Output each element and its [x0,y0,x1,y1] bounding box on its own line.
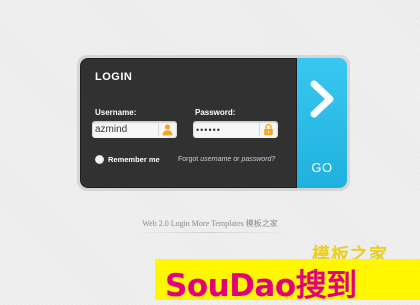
forgot-password-link[interactable]: password? [241,156,275,163]
forgot-username-link[interactable]: username [200,156,231,163]
go-button[interactable]: GO [297,58,347,188]
chevron-right-icon [310,80,334,118]
go-label: GO [311,160,333,175]
watermark-logo: SouDao搜到 [165,268,357,304]
credit-divider [130,232,290,233]
remember-me-label: Remember me [108,155,160,164]
username-input[interactable] [95,121,157,138]
lock-icon [259,123,275,136]
credit-text: Web 2.0 Login More Templates 模板之家 [142,219,278,228]
password-label: Password: [195,108,236,117]
password-input[interactable] [196,121,258,138]
forgot-or: or [231,156,242,163]
forgot-link: Forgot username or password? [178,156,275,163]
username-field[interactable] [92,121,177,138]
username-label: Username: [95,108,137,117]
forgot-prefix: Forgot [178,156,201,163]
password-field[interactable] [193,121,278,138]
remember-me-radio[interactable] [95,155,104,164]
user-icon [158,123,174,136]
watermark-banner: SouDao搜到 [155,259,420,304]
remember-me-checkbox[interactable]: Remember me [95,155,160,164]
login-title: LOGIN [95,71,133,83]
